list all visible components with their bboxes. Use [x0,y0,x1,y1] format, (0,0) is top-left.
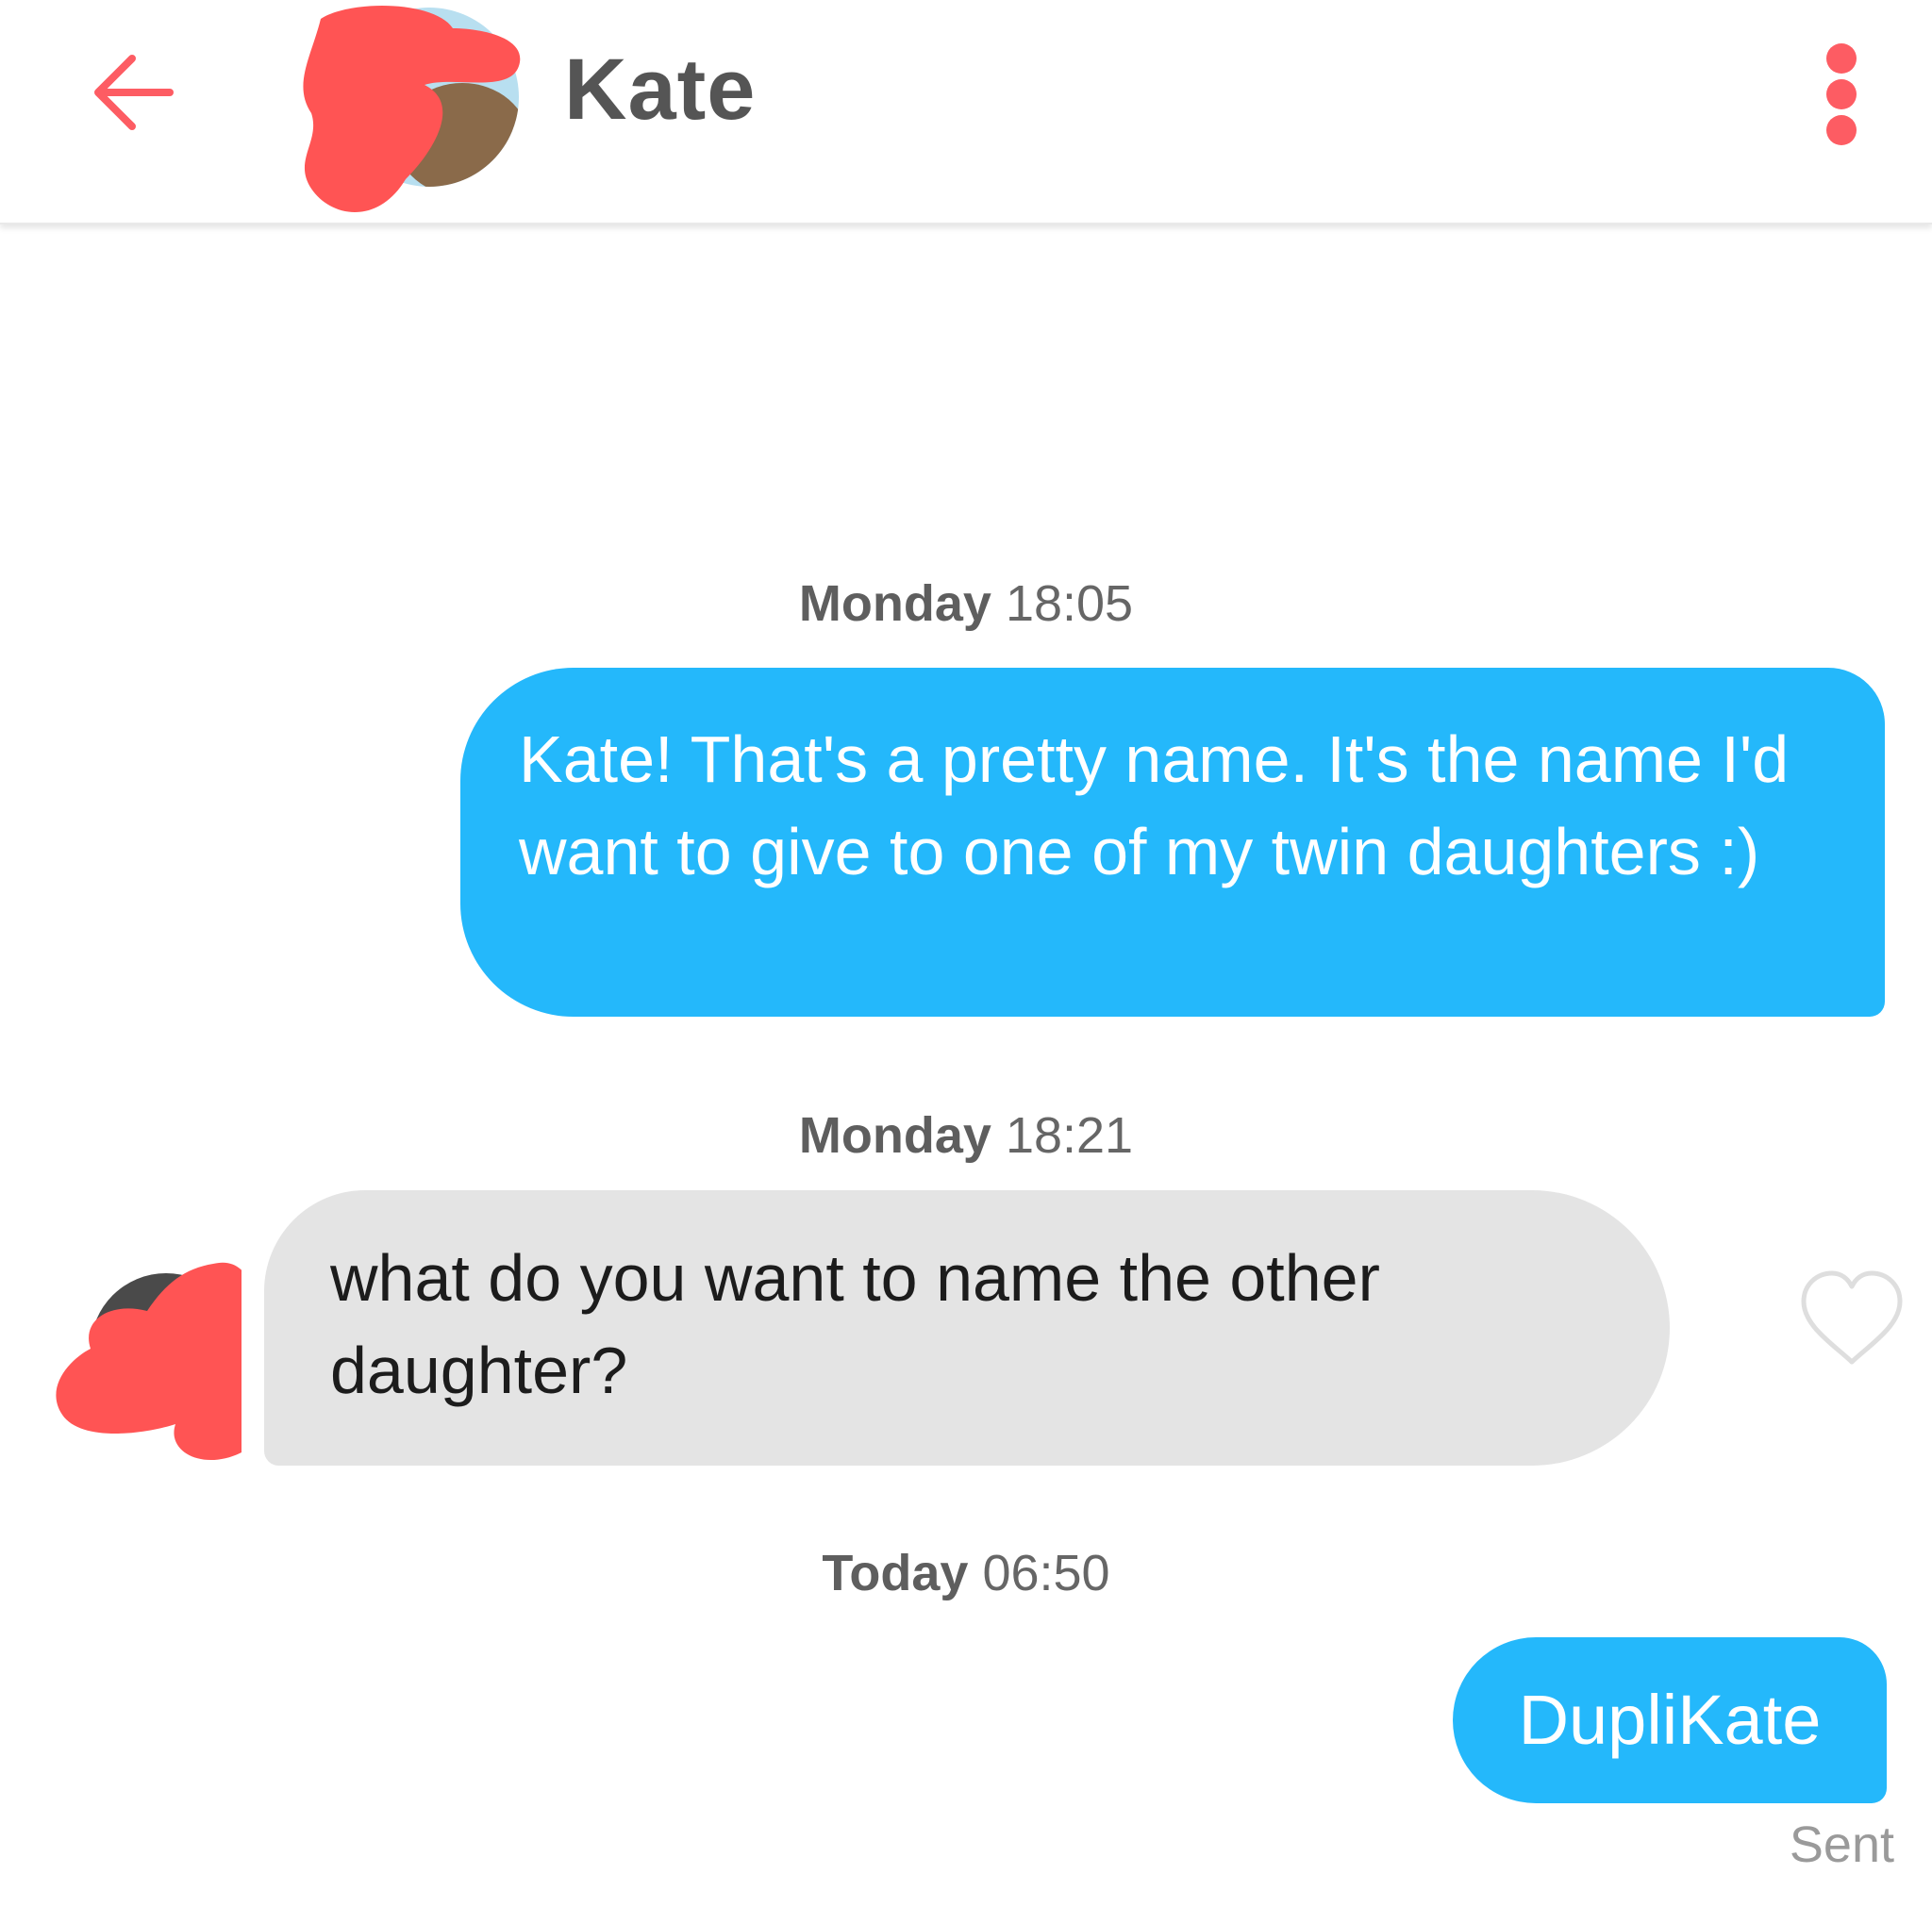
sender-avatar[interactable] [53,1245,263,1471]
back-button[interactable] [87,45,181,140]
contact-name[interactable]: Kate [564,38,756,141]
sent-message-bubble[interactable]: Kate! That's a pretty name. It's the nam… [460,668,1885,1017]
redaction-scribble [303,6,521,212]
message-text: Kate! That's a pretty name. It's the nam… [519,722,1790,888]
arrow-left-icon [94,55,174,130]
message-timestamp: Monday 18:05 [798,575,1134,632]
received-message-bubble[interactable]: what do you want to name the other daugh… [264,1190,1670,1466]
sent-message-bubble[interactable]: DupliKate [1453,1637,1887,1803]
message-timestamp: Monday 18:21 [798,1107,1134,1164]
like-button[interactable] [1796,1268,1907,1371]
message-text: what do you want to name the other daugh… [330,1241,1380,1407]
chat-header: Kate [0,0,1932,224]
delivery-status: Sent [1789,1816,1894,1873]
chat-screen: Kate Monday 18:05 Kate! That's a pretty … [0,0,1932,1907]
message-text: DupliKate [1518,1681,1822,1759]
message-timestamp: Today 06:50 [822,1545,1110,1601]
more-options-button[interactable] [1807,34,1875,157]
heart-outline-icon [1801,1270,1903,1365]
